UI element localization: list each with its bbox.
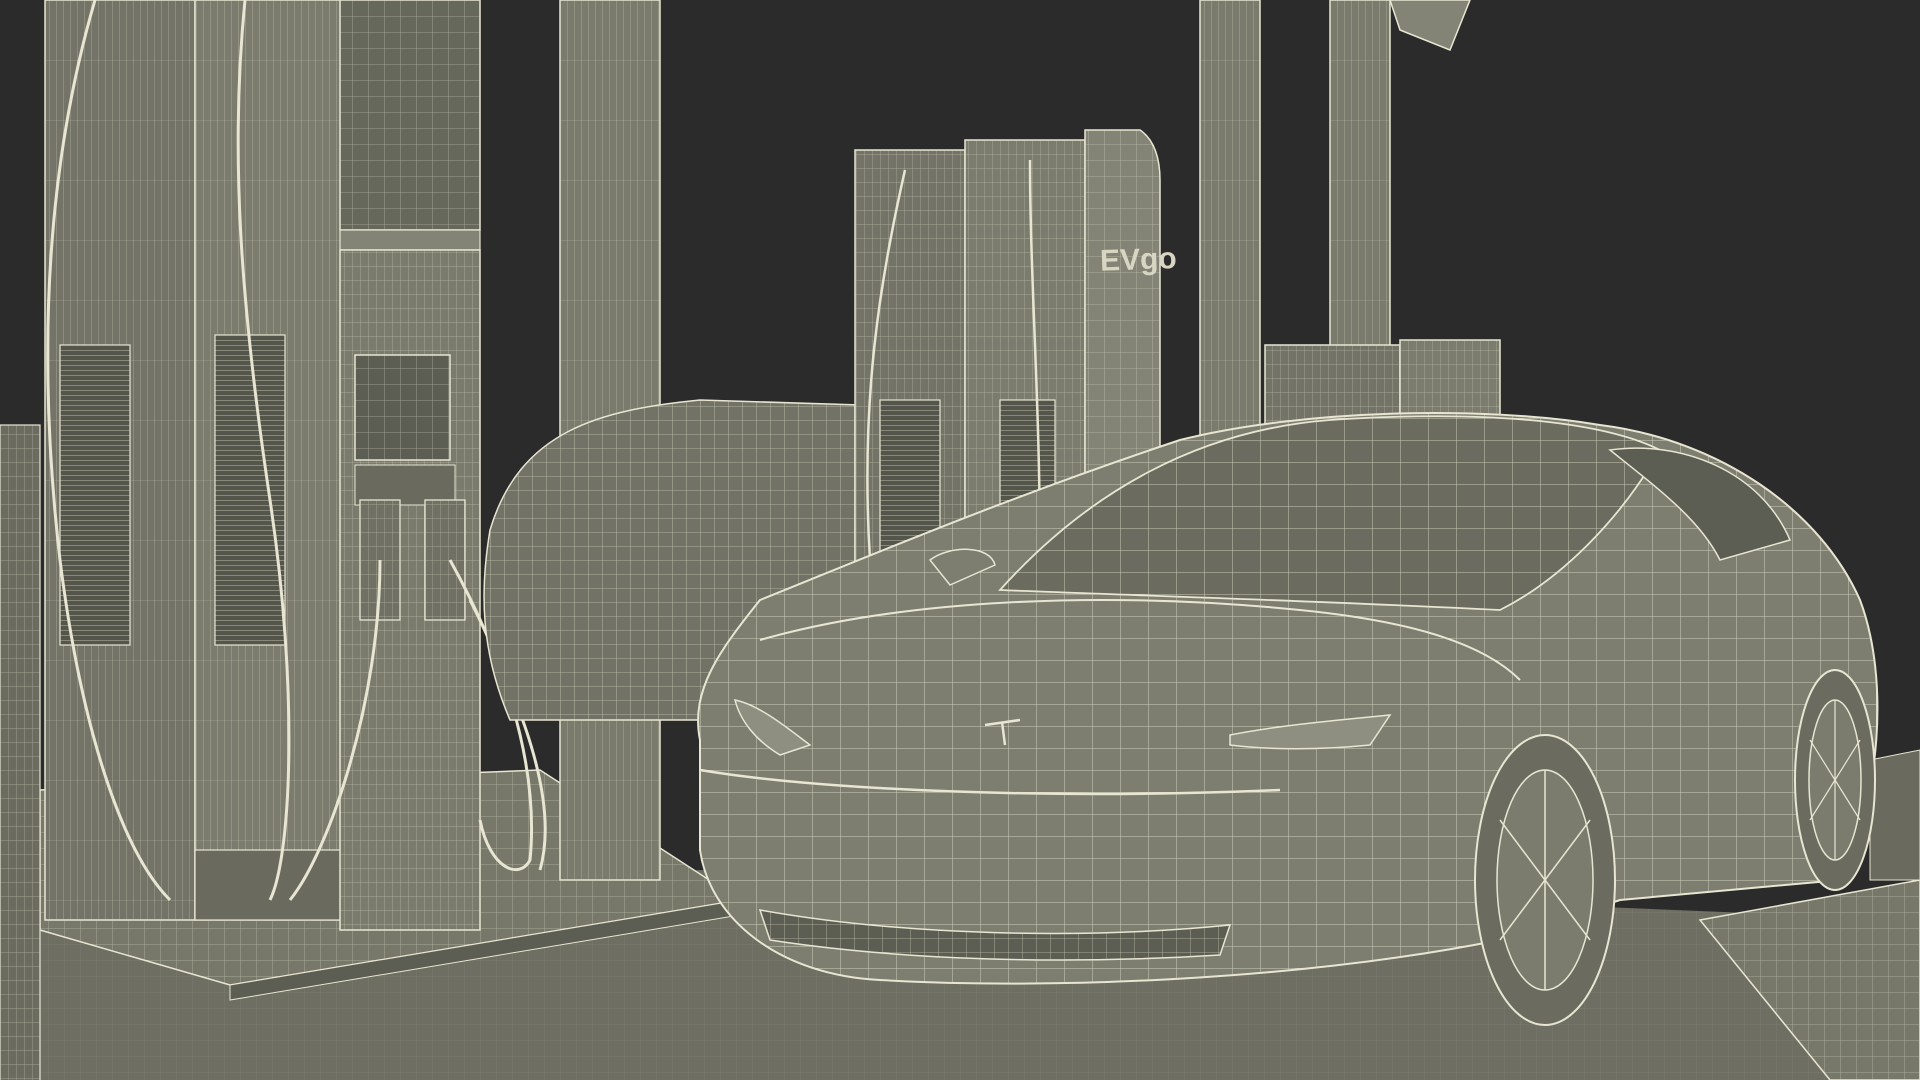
left-bollard [0, 424, 41, 1080]
ev-brand-label: EVgo [1099, 242, 1177, 278]
wireframe-render-scene: EVgo [0, 0, 1920, 1080]
charger-column-center [194, 0, 346, 921]
car-wheel-rear [1794, 669, 1876, 891]
charger-column-left [44, 0, 196, 921]
car-wheel-front [1474, 734, 1616, 1026]
fuel-dispenser [339, 0, 481, 931]
